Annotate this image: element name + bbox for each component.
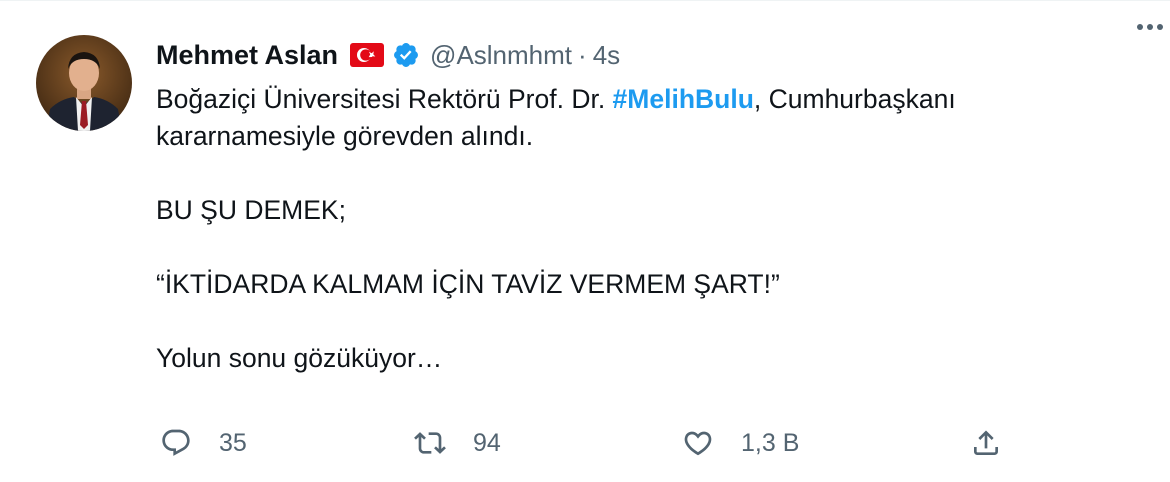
share-button[interactable] bbox=[970, 421, 1002, 465]
tweet-timestamp[interactable]: 4s bbox=[593, 40, 620, 71]
user-handle[interactable]: @Aslnmhmt bbox=[430, 40, 572, 71]
reply-icon bbox=[160, 427, 192, 459]
more-options-button[interactable] bbox=[1130, 17, 1170, 37]
user-name[interactable]: Mehmet Aslan bbox=[156, 40, 338, 71]
turkey-flag-icon bbox=[350, 43, 385, 67]
separator-dot: · bbox=[578, 39, 587, 70]
heart-icon bbox=[682, 427, 714, 459]
tweet-paragraph-3: “İKTİDARDA KALMAM İÇİN TAVİZ VERMEM ŞART… bbox=[156, 269, 780, 299]
tweet[interactable]: Mehmet Aslan @Aslnmhmt · 4s Boğaziçi Üni… bbox=[0, 0, 1170, 482]
verified-badge-icon bbox=[392, 41, 420, 69]
retweet-count: 94 bbox=[473, 428, 501, 457]
tweet-content: Mehmet Aslan @Aslnmhmt · 4s Boğaziçi Üni… bbox=[156, 35, 1116, 377]
like-count: 1,3 B bbox=[741, 428, 800, 457]
retweet-button[interactable]: 94 bbox=[414, 421, 501, 465]
tweet-text: Boğaziçi Üniversitesi Rektörü Prof. Dr. … bbox=[156, 81, 1116, 377]
tweet-header: Mehmet Aslan @Aslnmhmt · 4s bbox=[156, 35, 1116, 75]
tweet-text-part: kararnamesiyle görevden alındı. bbox=[156, 121, 534, 151]
retweet-icon bbox=[414, 427, 446, 459]
hashtag-link[interactable]: #MelihBulu bbox=[613, 84, 754, 114]
more-icon bbox=[1137, 24, 1163, 30]
tweet-text-part: Boğaziçi Üniversitesi Rektörü Prof. Dr. bbox=[156, 84, 613, 114]
reply-count: 35 bbox=[219, 428, 247, 457]
avatar[interactable] bbox=[36, 35, 132, 131]
tweet-paragraph-2: BU ŞU DEMEK; bbox=[156, 195, 346, 225]
share-icon bbox=[970, 427, 1002, 459]
reply-button[interactable]: 35 bbox=[160, 421, 247, 465]
tweet-paragraph-4: Yolun sonu gözüküyor… bbox=[156, 343, 443, 373]
tweet-paragraph-1: Boğaziçi Üniversitesi Rektörü Prof. Dr. … bbox=[156, 81, 1116, 155]
like-button[interactable]: 1,3 B bbox=[682, 421, 799, 465]
tweet-actions: 35 94 1,3 B bbox=[156, 421, 1016, 465]
tweet-text-part: , Cumhurbaşkanı bbox=[753, 84, 956, 114]
